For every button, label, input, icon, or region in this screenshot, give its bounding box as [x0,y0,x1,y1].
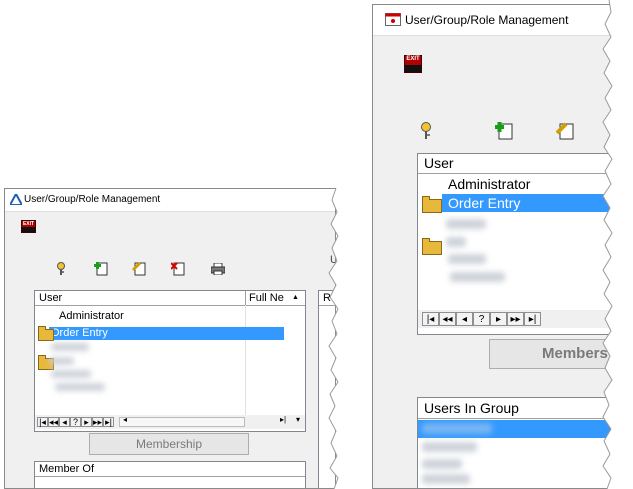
left-window-title: User/Group/Role Management [24,194,161,205]
redacted-text [422,442,477,452]
add-icon[interactable] [94,261,110,276]
delete-icon[interactable] [171,261,187,276]
fullname-column-header[interactable]: Full Ne [249,291,284,305]
left-window: User/Group/Role Management EXIT User Ful… [4,188,336,489]
list-item[interactable]: Administrator [448,176,530,193]
app-window-icon [385,13,401,26]
nav-next-button[interactable]: ▸ [81,417,92,427]
redacted-text [450,272,505,282]
right-title-bar: User/Group/Role Management [373,5,632,36]
nav-prev-button[interactable]: ◂ [59,417,70,427]
folder-icon [38,326,54,341]
list-item[interactable]: Administrator [59,310,124,322]
scroll-left-icon[interactable]: ◂ [123,415,127,424]
scroll-down-icon[interactable]: ▾ [296,415,300,424]
redacted-text [51,343,89,351]
nav-help-button[interactable]: ? [70,417,81,427]
nav-next-page-button[interactable]: ▸▸ [92,417,103,427]
left-user-list[interactable]: User Full Ne ▲ Administrator Order Entry… [34,290,306,432]
nav-last-button[interactable]: ▸| [524,312,541,326]
redacted-text [51,370,91,378]
horizontal-scrollbar[interactable]: ◂ [119,415,245,427]
redacted-text [422,474,470,484]
left-user-list-header: User Full Ne ▲ [35,291,305,306]
print-icon[interactable] [211,263,225,275]
key-icon[interactable] [419,122,433,140]
scroll-right-icon[interactable]: ▸| [280,415,286,424]
nav-next-button[interactable]: ▸ [490,312,507,326]
nav-first-button[interactable]: |◂ [37,417,48,427]
left-exit-button[interactable]: EXIT [21,220,36,233]
folder-icon [422,196,442,213]
redacted-text [446,237,466,247]
nav-help-button[interactable]: ? [473,312,490,326]
right-exit-button[interactable]: EXIT [404,55,422,73]
membership-button[interactable]: Membership [89,433,249,455]
user-column-header[interactable]: User [39,291,62,305]
torn-edge-right [602,0,633,489]
list-item-selected[interactable]: Order Entry [49,327,284,340]
member-of-list[interactable]: Member Of [34,461,306,488]
torn-edge-left [328,188,360,489]
nav-prev-page-button[interactable]: ◂◂ [48,417,59,427]
redacted-text [55,383,105,391]
nav-last-button[interactable]: ▸| [103,417,114,427]
redacted-text [422,423,492,434]
member-of-header[interactable]: Member Of [35,462,305,477]
right-window-title: User/Group/Role Management [405,13,569,27]
nav-prev-button[interactable]: ◂ [456,312,473,326]
redacted-text [49,357,74,365]
record-navigator: |◂ ◂◂ ◂ ? ▸ ▸▸ ▸| ◂ ▸| ▾ [35,415,305,429]
right-window: User/Group/Role Management EXIT User Adm… [372,4,633,489]
folder-icon [422,238,442,255]
redacted-text [446,219,486,229]
nav-next-page-button[interactable]: ▸▸ [507,312,524,326]
redacted-text [448,254,486,264]
nav-prev-page-button[interactable]: ◂◂ [439,312,456,326]
app-triangle-icon [10,194,22,205]
nav-first-button[interactable]: |◂ [422,312,439,326]
user-column-header[interactable]: User [424,154,454,173]
sort-arrow-icon: ▲ [292,294,299,301]
edit-icon[interactable] [556,121,576,140]
key-icon[interactable] [55,262,67,276]
add-icon[interactable] [495,121,515,140]
redacted-text [422,459,462,469]
edit-icon[interactable] [132,261,148,276]
left-title-bar: User/Group/Role Management [5,189,335,212]
